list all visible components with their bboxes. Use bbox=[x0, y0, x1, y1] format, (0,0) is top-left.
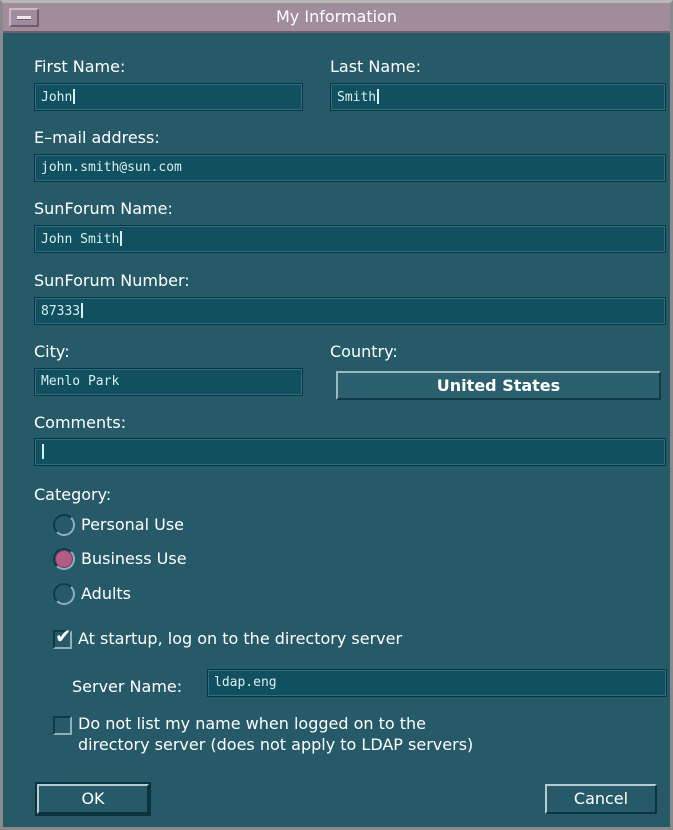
first-name-label: First Name: bbox=[34, 57, 126, 76]
email-label: E–mail address: bbox=[34, 128, 160, 147]
first-name-field[interactable]: John bbox=[34, 83, 303, 111]
do-not-list-label-line1[interactable]: Do not list my name when logged on to th… bbox=[78, 714, 426, 733]
personal-use-radio[interactable] bbox=[53, 514, 75, 536]
comments-field[interactable] bbox=[34, 438, 666, 466]
checkmark-icon: ✔ bbox=[55, 624, 72, 648]
personal-use-label[interactable]: Personal Use bbox=[81, 515, 184, 534]
text-caret bbox=[81, 303, 84, 318]
window-title: My Information bbox=[276, 7, 397, 26]
my-information-dialog: My Information First Name: John Last Nam… bbox=[0, 0, 673, 830]
country-select[interactable]: United States bbox=[336, 371, 661, 400]
sunforum-number-label: SunForum Number: bbox=[34, 271, 190, 290]
cancel-button[interactable]: Cancel bbox=[545, 784, 657, 814]
startup-logon-label[interactable]: At startup, log on to the directory serv… bbox=[78, 629, 402, 648]
last-name-value: Smith bbox=[337, 90, 377, 105]
category-label: Category: bbox=[34, 485, 112, 504]
city-value: Menlo Park bbox=[41, 374, 120, 389]
email-field[interactable]: john.smith@sun.com bbox=[34, 154, 666, 182]
server-name-label: Server Name: bbox=[72, 677, 183, 696]
sunforum-name-label: SunForum Name: bbox=[34, 199, 173, 218]
do-not-list-checkbox[interactable] bbox=[53, 716, 72, 735]
ok-button[interactable]: OK bbox=[37, 784, 149, 814]
sunforum-number-field[interactable]: 87333 bbox=[34, 297, 666, 325]
text-caret bbox=[120, 231, 123, 246]
text-caret bbox=[377, 89, 380, 104]
business-use-label[interactable]: Business Use bbox=[81, 549, 187, 568]
adults-radio[interactable] bbox=[53, 583, 75, 605]
country-label: Country: bbox=[330, 342, 398, 361]
sunforum-name-field[interactable]: John Smith bbox=[34, 225, 666, 253]
sunforum-name-value: John Smith bbox=[41, 232, 120, 247]
last-name-label: Last Name: bbox=[330, 57, 422, 76]
business-use-radio[interactable] bbox=[53, 548, 75, 570]
city-field[interactable]: Menlo Park bbox=[34, 368, 303, 396]
server-name-field[interactable]: ldap.eng bbox=[207, 669, 667, 697]
startup-logon-checkbox[interactable]: ✔ bbox=[53, 626, 72, 649]
city-label: City: bbox=[34, 342, 70, 361]
text-caret bbox=[42, 444, 44, 459]
do-not-list-label-line2[interactable]: directory server (does not apply to LDAP… bbox=[78, 735, 473, 754]
title-bar[interactable]: My Information bbox=[3, 3, 670, 33]
text-caret bbox=[73, 89, 76, 104]
last-name-field[interactable]: Smith bbox=[330, 83, 666, 111]
server-name-value: ldap.eng bbox=[214, 675, 277, 690]
email-value: john.smith@sun.com bbox=[41, 160, 182, 175]
sunforum-number-value: 87333 bbox=[41, 304, 81, 319]
adults-label[interactable]: Adults bbox=[81, 584, 131, 603]
comments-label: Comments: bbox=[34, 413, 127, 432]
first-name-value: John bbox=[41, 90, 73, 105]
